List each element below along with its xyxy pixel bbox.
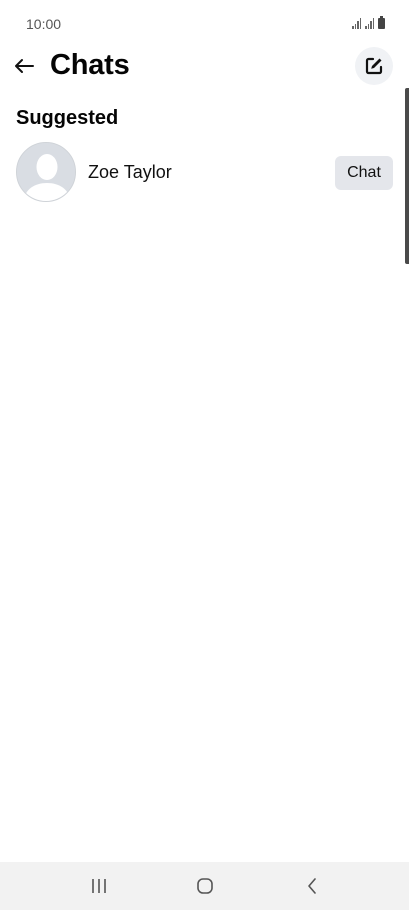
arrow-left-icon: [15, 59, 34, 73]
header: Chats: [0, 46, 409, 90]
page-title: Chats: [50, 49, 130, 81]
recents-icon: [92, 879, 106, 893]
scrollbar[interactable]: [405, 88, 409, 264]
signal-icon: [352, 18, 361, 29]
list-item[interactable]: Zoe Taylor Chat: [0, 140, 409, 204]
home-icon: [197, 878, 213, 894]
chevron-left-icon: [308, 878, 316, 894]
back-button[interactable]: [10, 52, 38, 80]
section-title-suggested: Suggested: [16, 107, 119, 129]
signal-icon: [365, 18, 374, 29]
status-bar: 10:00: [0, 0, 409, 46]
chat-button[interactable]: Chat: [335, 156, 393, 190]
compose-button[interactable]: [355, 47, 393, 85]
home-button[interactable]: [175, 862, 235, 910]
status-time: 10:00: [26, 16, 62, 32]
compose-icon: [365, 57, 383, 75]
battery-icon: [378, 16, 385, 29]
recents-button[interactable]: [69, 862, 129, 910]
navigation-bar: [0, 862, 409, 910]
status-icons: [352, 16, 385, 29]
nav-back-button[interactable]: [282, 862, 342, 910]
default-avatar-icon: [17, 143, 75, 201]
avatar[interactable]: [16, 142, 76, 202]
contact-name: Zoe Taylor: [88, 162, 172, 182]
